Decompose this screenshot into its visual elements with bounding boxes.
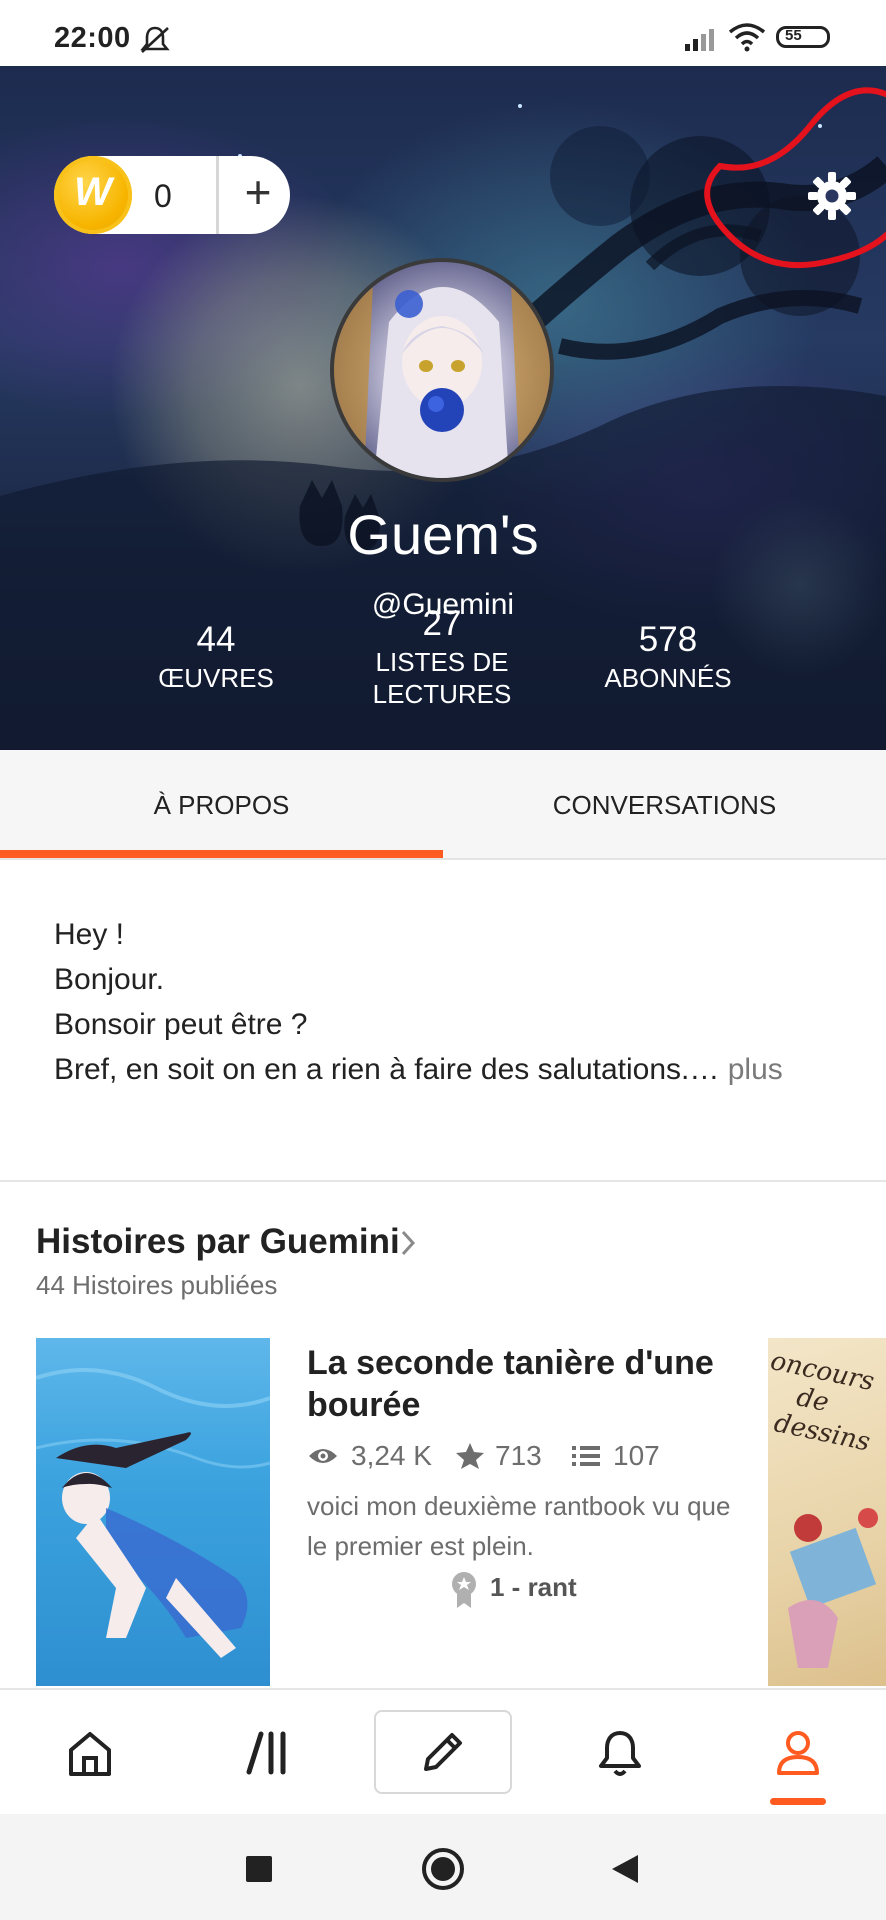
library-icon xyxy=(246,1731,286,1775)
circle-icon xyxy=(422,1848,464,1890)
nav-notifications[interactable] xyxy=(550,1690,690,1816)
stat-label: LECTURES xyxy=(372,679,512,709)
about-line: Bref, en soit on en a rien à faire des s… xyxy=(54,1053,720,1086)
pencil-icon xyxy=(424,1733,462,1771)
stories-count: 44 Histoires publiées xyxy=(36,1270,278,1300)
coin-icon: W xyxy=(54,156,132,234)
cover-title-text: oncours de dessins xyxy=(768,1346,877,1458)
status-bar: 22:00 55 xyxy=(0,0,886,66)
bottom-navigation xyxy=(0,1688,886,1816)
divider xyxy=(0,1180,886,1182)
back-triangle-icon xyxy=(612,1855,638,1883)
square-icon xyxy=(246,1856,272,1882)
active-nav-indicator xyxy=(770,1798,826,1805)
home-system-button[interactable] xyxy=(408,1834,478,1904)
eye-icon xyxy=(309,1449,337,1463)
bell-icon xyxy=(599,1731,641,1776)
reads-count: 3,24 K xyxy=(351,1440,432,1471)
about-line: Bonjour. xyxy=(54,963,165,996)
battery-icon: 55 xyxy=(776,26,830,48)
story-part-label: 1 - rant xyxy=(490,1572,577,1602)
story-cover[interactable] xyxy=(36,1338,270,1686)
stat-label: ABONNÉS xyxy=(604,663,732,693)
profile-tabs: À PROPOS CONVERSATIONS xyxy=(0,750,886,860)
wifi-icon xyxy=(728,23,766,52)
stat-number: 44 xyxy=(196,620,236,659)
coin-wallet[interactable]: W 0 + xyxy=(54,156,290,234)
next-story-cover[interactable]: oncours de dessins xyxy=(768,1338,886,1686)
story-title[interactable]: La seconde tanière d'une bourée xyxy=(307,1342,737,1426)
about-line: Hey ! xyxy=(54,918,125,951)
stat-followers[interactable]: 578 ABONNÉS xyxy=(558,620,778,694)
active-tab-indicator xyxy=(0,850,443,858)
stat-number: 27 xyxy=(422,604,462,643)
about-text[interactable]: Hey ! Bonjour. Bonsoir peut être ? Bref,… xyxy=(54,912,854,1092)
about-line: Bonsoir peut être ? xyxy=(54,1008,308,1041)
coin-count: 0 xyxy=(154,178,172,214)
stat-label: LISTES DE xyxy=(375,647,509,677)
story-description: voici mon deuxième rantbook vu que le pr… xyxy=(307,1491,731,1561)
chevron-right-icon[interactable] xyxy=(398,1226,418,1260)
tab-conversations[interactable]: CONVERSATIONS xyxy=(443,750,886,858)
nav-write[interactable] xyxy=(374,1710,512,1794)
stat-label: ŒUVRES xyxy=(158,663,274,693)
display-name: Guem's xyxy=(347,503,539,566)
stat-reading-lists[interactable]: 27 LISTES DE LECTURES xyxy=(332,604,552,710)
badge-icon xyxy=(452,1572,476,1608)
battery-level: 55 xyxy=(785,27,802,44)
nav-home[interactable] xyxy=(20,1690,160,1816)
list-icon xyxy=(572,1446,600,1466)
profile-icon xyxy=(777,1731,819,1775)
signal-icon xyxy=(685,29,714,51)
coin-divider xyxy=(216,156,219,234)
tab-about[interactable]: À PROPOS xyxy=(0,750,443,858)
star-icon xyxy=(456,1443,484,1469)
parts-count: 107 xyxy=(613,1440,660,1471)
votes-count: 713 xyxy=(495,1440,542,1471)
status-time: 22:00 xyxy=(54,22,131,54)
system-navigation-bar xyxy=(0,1814,886,1920)
recent-apps-button[interactable] xyxy=(224,1834,294,1904)
bell-muted-icon xyxy=(140,26,170,53)
red-annotation-circle xyxy=(704,87,886,269)
avatar[interactable] xyxy=(330,258,554,482)
more-link[interactable]: plus xyxy=(719,1053,783,1086)
back-system-button[interactable] xyxy=(590,1834,660,1904)
coin-letter: W xyxy=(74,170,112,214)
stat-number: 578 xyxy=(638,620,698,659)
stat-works[interactable]: 44 ŒUVRES xyxy=(106,620,326,694)
nav-library[interactable] xyxy=(198,1690,338,1816)
profile-header: W 0 + Guem's @Guemini 44 ŒUVRES 27 LISTE… xyxy=(0,66,886,750)
stories-section-title[interactable]: Histoires par Guemini xyxy=(36,1222,400,1262)
home-icon xyxy=(69,1732,111,1776)
add-coins-button[interactable]: + xyxy=(230,162,286,222)
